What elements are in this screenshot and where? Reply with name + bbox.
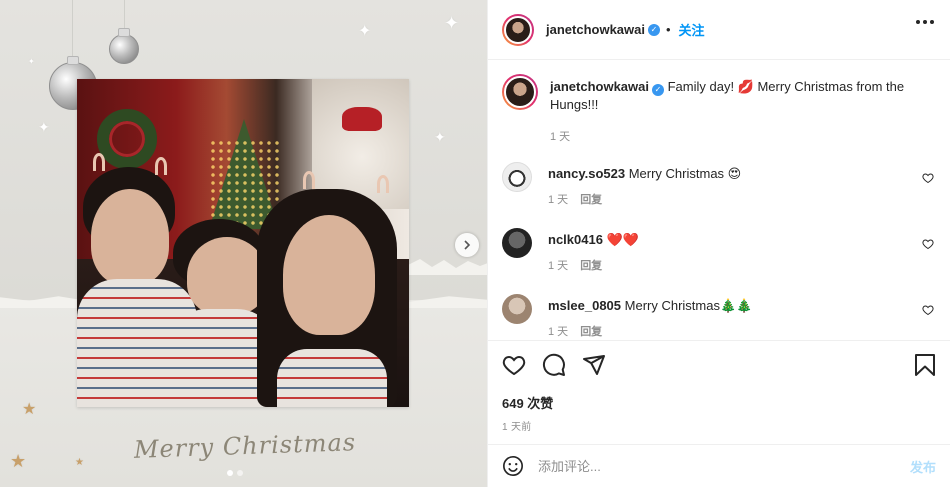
boy-left-face (91, 189, 169, 285)
ornament-string (72, 0, 73, 62)
comment-text: ❤️❤️ (606, 232, 639, 247)
commenter-avatar[interactable] (502, 228, 532, 258)
heart-icon[interactable] (922, 304, 934, 316)
star-icon: ✦ (358, 23, 372, 40)
caption-author-avatar[interactable] (502, 74, 538, 110)
bookmark-icon[interactable] (914, 353, 936, 377)
antler-headband (377, 175, 389, 193)
commenter-avatar[interactable] (502, 294, 532, 324)
follow-button[interactable]: 关注 (679, 20, 705, 39)
comment-icon[interactable] (542, 353, 566, 377)
star-icon: ★ (10, 451, 27, 471)
comment-username[interactable]: nancy.so523 (548, 166, 625, 181)
verified-badge-icon: ✓ (647, 23, 660, 36)
comment-row: mslee_0805 Merry Christmas🎄🎄 1 天 回复 (502, 294, 936, 340)
carousel-dot-active (227, 470, 233, 476)
carousel-dots (227, 470, 243, 476)
comment-body: mslee_0805 Merry Christmas🎄🎄 1 天 回复 (548, 294, 936, 340)
separator-dot: • (665, 22, 671, 37)
more-icon (916, 20, 920, 24)
reply-button[interactable]: 回复 (580, 192, 602, 209)
commenter-avatar[interactable] (502, 162, 532, 192)
comment-row: nancy.so523 Merry Christmas 😍 1 天 回复 (502, 162, 936, 228)
antler-headband (93, 153, 105, 171)
more-icon-dot (930, 20, 934, 24)
next-image-button[interactable] (455, 233, 479, 257)
verified-badge-icon: ✓ (651, 83, 664, 96)
star-icon: ✦ (434, 129, 446, 145)
more-icon-dot (923, 20, 927, 24)
heart-icon[interactable] (922, 238, 934, 250)
emoji-icon[interactable] (502, 455, 524, 477)
comment-time: 1 天 (548, 260, 569, 272)
star-icon: ✦ (444, 13, 460, 33)
post-media[interactable]: ✦ ✦ ✦ ✦ ✦ ★ ★ ★ Merry Christmas (0, 0, 488, 487)
comments-list[interactable]: janetchowkawai ✓ Family day! 💋 Merry Chri… (488, 60, 950, 340)
antler-headband (303, 171, 315, 189)
comment-input[interactable] (538, 458, 910, 474)
share-icon[interactable] (582, 353, 606, 377)
comment-meta: 1 天 回复 (548, 192, 936, 209)
posted-time: 1 天前 (502, 422, 532, 433)
author-avatar[interactable] (502, 13, 534, 46)
action-icons (502, 353, 936, 377)
comment-time: 1 天 (548, 326, 569, 338)
post-comment-button[interactable]: 发布 (910, 457, 936, 476)
heart-icon[interactable] (502, 353, 526, 377)
more-options-button[interactable] (916, 20, 934, 24)
ornament-bauble (109, 34, 139, 64)
comment-row: nclk0416 ❤️❤️ 1 天 回复 (502, 228, 936, 294)
post-actions: 649 次赞 1 天前 (488, 340, 950, 440)
chevron-right-icon (464, 240, 471, 250)
woman-pajamas (277, 349, 387, 407)
caption-username[interactable]: janetchowkawai (550, 79, 649, 94)
comment-username[interactable]: mslee_0805 (548, 298, 621, 313)
red-bow (342, 107, 382, 131)
wreath (97, 109, 157, 169)
caption-meta: 1 天 (550, 129, 936, 146)
comment-text: Merry Christmas 😍 (628, 166, 742, 181)
comment-body: nancy.so523 Merry Christmas 😍 1 天 回复 (548, 162, 936, 228)
caption-body: janetchowkawai ✓ Family day! 💋 Merry Chri… (550, 74, 936, 162)
post-sidebar: janetchowkawai ✓ • 关注 janetchowkawai ✓ Fa… (488, 0, 950, 487)
star-icon: ★ (75, 457, 84, 468)
heart-icon[interactable] (922, 172, 934, 184)
comment-body: nclk0416 ❤️❤️ 1 天 回复 (548, 228, 936, 294)
instagram-post-dialog: ✦ ✦ ✦ ✦ ✦ ★ ★ ★ Merry Christmas janetcho… (0, 0, 950, 487)
add-comment-bar: 发布 (488, 444, 950, 487)
woman-face (283, 215, 375, 335)
antler-headband (155, 157, 167, 175)
post-header: janetchowkawai ✓ • 关注 (488, 0, 950, 60)
star-icon: ✦ (38, 119, 50, 135)
reply-button[interactable]: 回复 (580, 324, 602, 340)
comment-meta: 1 天 回复 (548, 324, 936, 340)
likes-count[interactable]: 649 次赞 (502, 393, 936, 412)
comment-username[interactable]: nclk0416 (548, 232, 603, 247)
comment-text: Merry Christmas🎄🎄 (624, 298, 753, 313)
author-username[interactable]: janetchowkawai (546, 22, 645, 37)
star-icon: ✦ (28, 57, 35, 66)
carousel-dot (237, 470, 243, 476)
comment-meta: 1 天 回复 (548, 258, 936, 275)
caption-time: 1 天 (550, 130, 571, 143)
reply-button[interactable]: 回复 (580, 258, 602, 275)
family-photo (77, 79, 409, 407)
boy-middle-face (187, 237, 267, 315)
comment-time: 1 天 (548, 194, 569, 206)
caption-row: janetchowkawai ✓ Family day! 💋 Merry Chri… (502, 74, 936, 162)
star-icon: ★ (22, 401, 37, 418)
